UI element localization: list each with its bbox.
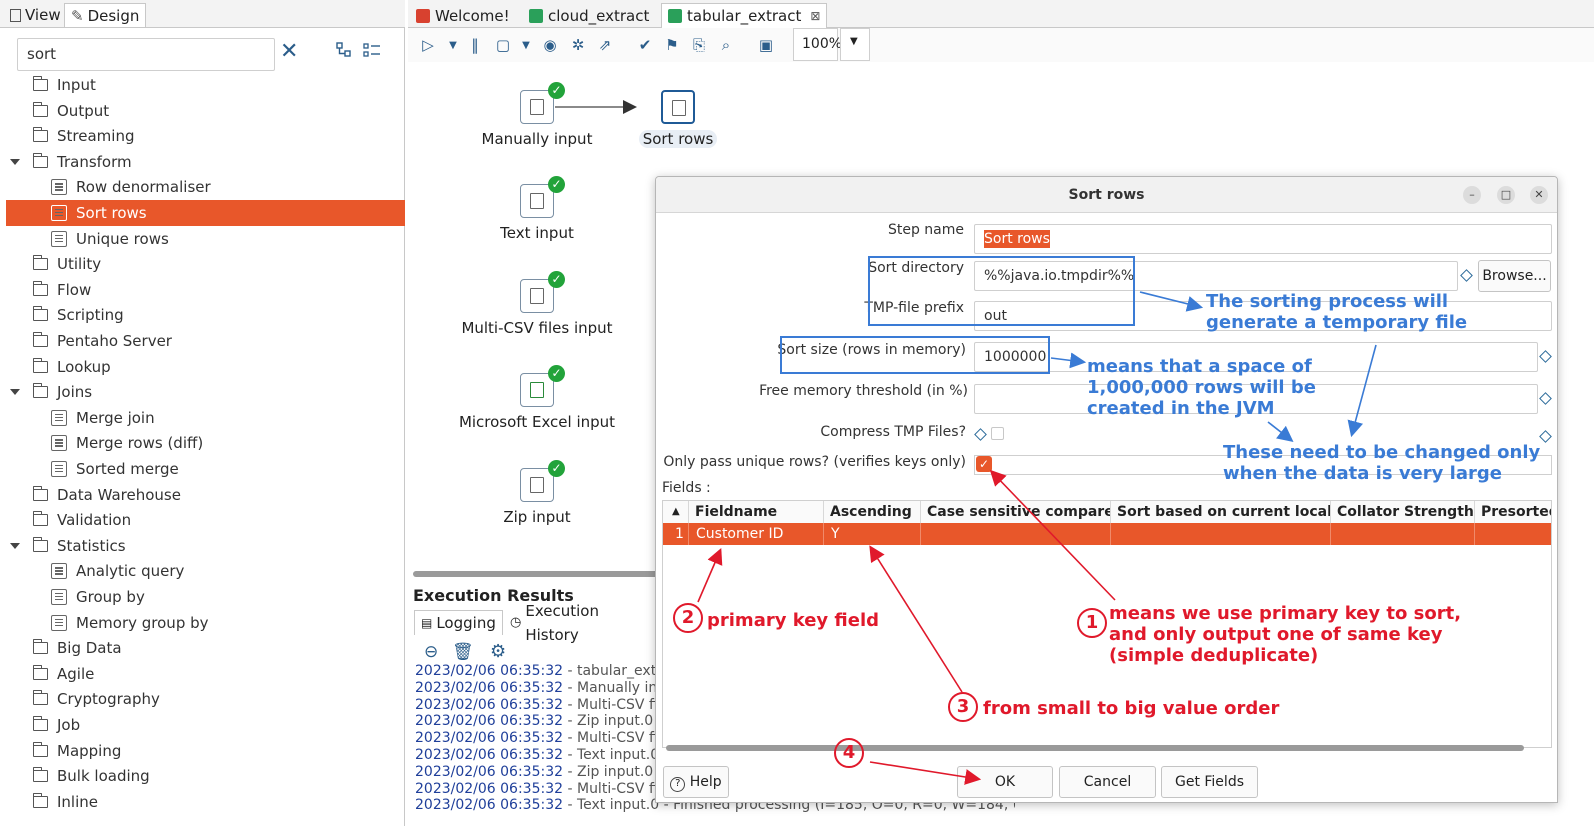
annotation-number: 1	[1077, 608, 1107, 638]
annotation-number: 2	[673, 603, 703, 633]
annotation-primary-key-field: primary key field	[707, 610, 880, 631]
annotation-number: 3	[948, 692, 978, 722]
annotation-ascending-order: from small to big value order	[983, 698, 1280, 719]
annotation-number: 4	[834, 738, 864, 768]
annotation-temp-file: The sorting process will generate a temp…	[1206, 291, 1468, 333]
annotation-primary-key-sort: means we use primary key to sort, and on…	[1109, 603, 1462, 666]
annotation-arrows	[697, 291, 1377, 785]
annotation-large-data: These need to be changed only when the d…	[1223, 442, 1541, 484]
annotation-jvm-space: means that a space of 1,000,000 rows wil…	[1087, 356, 1316, 419]
